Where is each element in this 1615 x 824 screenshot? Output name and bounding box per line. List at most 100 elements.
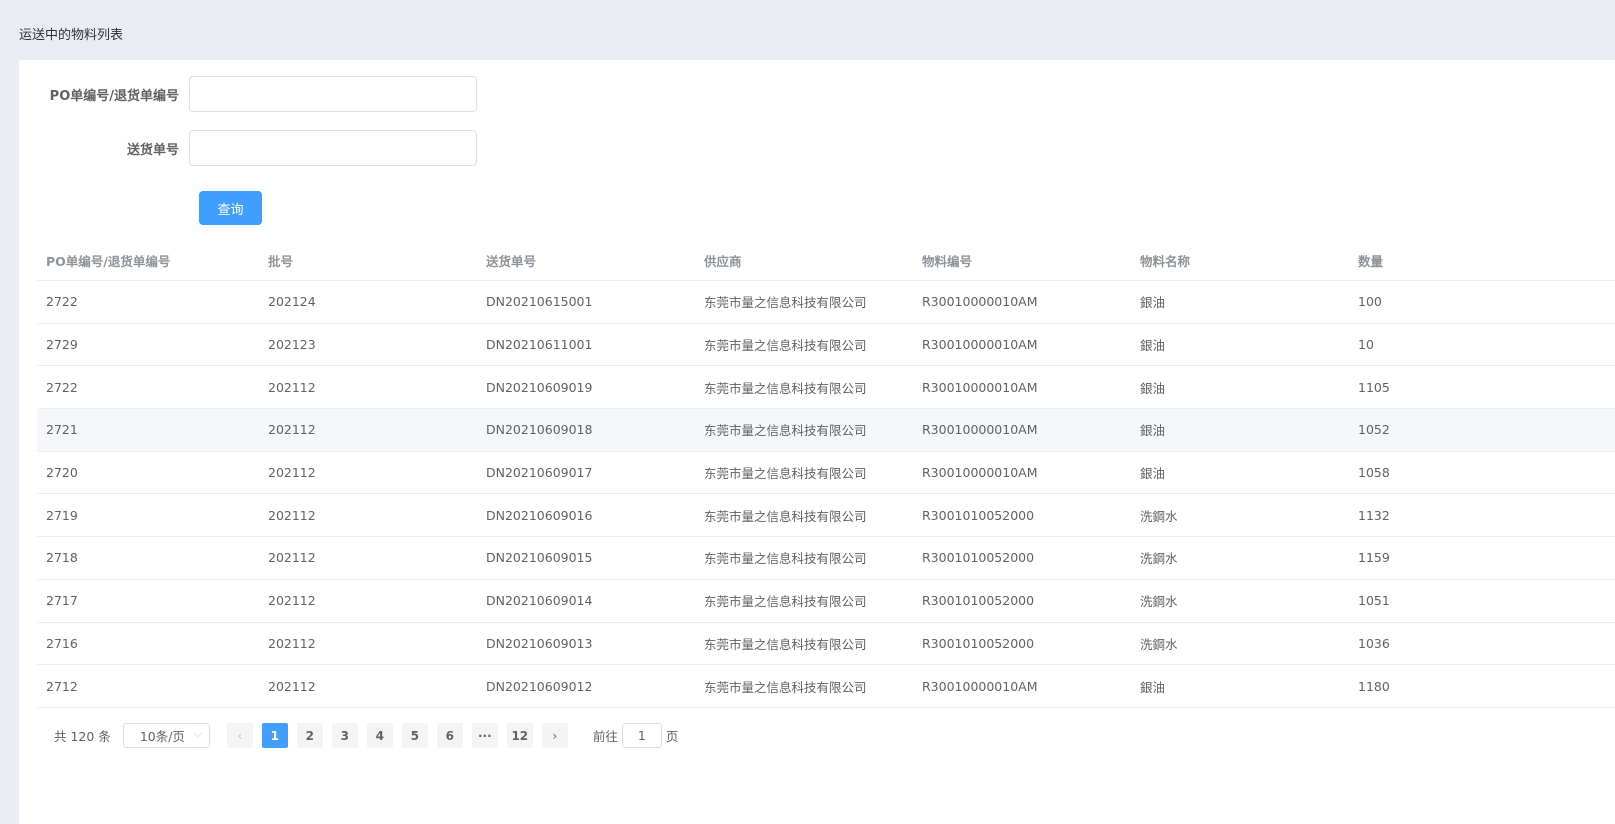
table-cell: 2729 [46,337,78,353]
table-row[interactable]: 2719 202112 DN20210609016 东莞市量之信息科技有限公司 R300… [37,494,1615,538]
table-cell: 1105 [1358,379,1390,395]
page-number-list: 1 2 3 4 5 6 ··· 12 [261,723,542,748]
table-cell: 东莞市量之信息科技有限公司 [704,338,867,354]
goto-prefix: 前往 [592,729,618,744]
page-title: 运送中的物料列表 [19,28,124,43]
table-cell: 202112 [268,422,316,438]
table-row[interactable]: 2716 202112 DN20210609013 东莞市量之信息科技有限公司 R300… [37,623,1615,666]
page-number-button[interactable]: 1 [261,723,288,748]
page-number-button[interactable]: 5 [401,723,428,748]
delivery-form-row: 送货单号 [19,130,477,166]
column-header: 批号 [268,253,294,269]
page-number-button[interactable]: 12 [506,723,533,748]
table-cell: 銀油 [1140,295,1166,311]
page-number-button[interactable]: 3 [331,723,358,748]
table-cell: R30010000010AM [922,678,1038,694]
table-cell: 2712 [46,678,78,694]
table-cell: 1058 [1358,465,1390,481]
table-cell: 202112 [268,379,316,395]
table-cell: 1036 [1358,635,1390,651]
table-cell: R3001010052000 [922,635,1035,651]
table-cell: 202124 [268,294,316,310]
table-cell: 洗鋼水 [1140,594,1178,610]
table-row[interactable]: 2722 202124 DN20210615001 东莞市量之信息科技有限公司 R300… [37,281,1615,324]
table-cell: 东莞市量之信息科技有限公司 [704,594,867,610]
delivery-number-label: 送货单号 [126,142,179,158]
table-cell: 东莞市量之信息科技有限公司 [704,423,867,439]
table-cell: 2719 [46,507,78,523]
table-cell: 2721 [46,422,78,438]
column-header: 供应商 [704,253,742,269]
table-header: PO单编号/退货单编号 批号 送货单号 供应商 物料编号 物料名称 数量 [37,240,1615,281]
table-body: 2722 202124 DN20210615001 东莞市量之信息科技有限公司 R300… [37,281,1615,708]
table-cell: 2720 [46,465,78,481]
table-cell: DN20210609013 [486,635,593,651]
query-button[interactable]: 查询 [199,191,262,225]
table-cell: R3001010052000 [922,593,1035,609]
table-row[interactable]: 2729 202123 DN20210611001 东莞市量之信息科技有限公司 R300… [37,324,1615,367]
table-cell: 銀油 [1140,380,1166,396]
table-cell: 东莞市量之信息科技有限公司 [704,380,867,396]
table-row[interactable]: 2717 202112 DN20210609014 东莞市量之信息科技有限公司 R300… [37,580,1615,623]
table-cell: 202112 [268,550,316,566]
pagination-total: 共 120 条 [54,729,111,744]
column-header: 物料名称 [1140,253,1191,269]
delivery-number-input[interactable] [189,130,477,166]
table-cell: 202123 [268,337,316,353]
table-cell: 2716 [46,635,78,651]
column-header: 送货单号 [486,253,537,269]
table-cell: 洗鋼水 [1140,508,1178,524]
pagination-ellipsis[interactable]: ··· [471,723,498,748]
table-cell: 1132 [1358,507,1390,523]
table-cell: R30010000010AM [922,422,1038,438]
goto-page: 前往 页 [592,723,679,748]
table-cell: 202112 [268,678,316,694]
goto-page-input[interactable] [621,723,662,748]
goto-suffix: 页 [665,729,679,744]
page-number-button[interactable]: 2 [296,723,323,748]
table-cell: R30010000010AM [922,337,1038,353]
table-cell: DN20210609018 [486,422,593,438]
table-cell: 銀油 [1140,338,1166,354]
table-cell: 銀油 [1140,679,1166,695]
column-header: PO单编号/退货单编号 [46,253,171,269]
page-size-value: 10条/页 [139,729,185,744]
table-cell: DN20210611001 [486,337,593,353]
table-cell: 202112 [268,635,316,651]
table-cell: DN20210609012 [486,678,593,694]
po-number-label: PO单编号/退货单编号 [49,88,179,104]
table-row[interactable]: 2722 202112 DN20210609019 东莞市量之信息科技有限公司 R300… [37,366,1615,410]
chevron-right-icon: › [552,728,558,743]
table-cell: DN20210615001 [486,294,593,310]
table-cell: 2722 [46,379,78,395]
table-cell: R3001010052000 [922,507,1035,523]
table-cell: 1159 [1358,550,1390,566]
table-cell: 2717 [46,593,78,609]
table-row[interactable]: 2718 202112 DN20210609015 东莞市量之信息科技有限公司 R300… [37,537,1615,580]
chevron-down-icon: ⌵ [193,727,202,740]
po-number-input[interactable] [189,76,477,112]
materials-table: PO单编号/退货单编号 批号 送货单号 供应商 物料编号 物料名称 数量 2722 20212… [37,240,1615,708]
table-cell: 东莞市量之信息科技有限公司 [704,636,867,652]
table-cell: 东莞市量之信息科技有限公司 [704,551,867,567]
page-number-button[interactable]: 4 [366,723,393,748]
table-cell: 銀油 [1140,423,1166,439]
column-header: 数量 [1358,253,1384,269]
table-cell: R30010000010AM [922,465,1038,481]
page-size-select[interactable]: 10条/页 ⌵ [122,723,210,748]
table-cell: R3001010052000 [922,550,1035,566]
po-form-row: PO单编号/退货单编号 [19,76,477,112]
prev-page-button[interactable]: ‹ [226,723,253,748]
table-cell: 1180 [1358,678,1390,694]
table-row[interactable]: 2720 202112 DN20210609017 东莞市量之信息科技有限公司 R300… [37,452,1615,495]
table-cell: 2718 [46,550,78,566]
table-cell: 202112 [268,593,316,609]
table-cell: 1052 [1358,422,1390,438]
table-row[interactable]: 2712 202112 DN20210609012 东莞市量之信息科技有限公司 R300… [37,665,1615,708]
page-number-button[interactable]: 6 [436,723,463,748]
table-row[interactable]: 2721 202112 DN20210609018 东莞市量之信息科技有限公司 R300… [37,409,1615,452]
next-page-button[interactable]: › [541,723,568,748]
chevron-left-icon: ‹ [237,728,243,743]
table-cell: 东莞市量之信息科技有限公司 [704,466,867,482]
main-panel: PO单编号/退货单编号 送货单号 查询 PO单编号/退货单编号 批号 送货单号 供应商… [19,60,1615,824]
